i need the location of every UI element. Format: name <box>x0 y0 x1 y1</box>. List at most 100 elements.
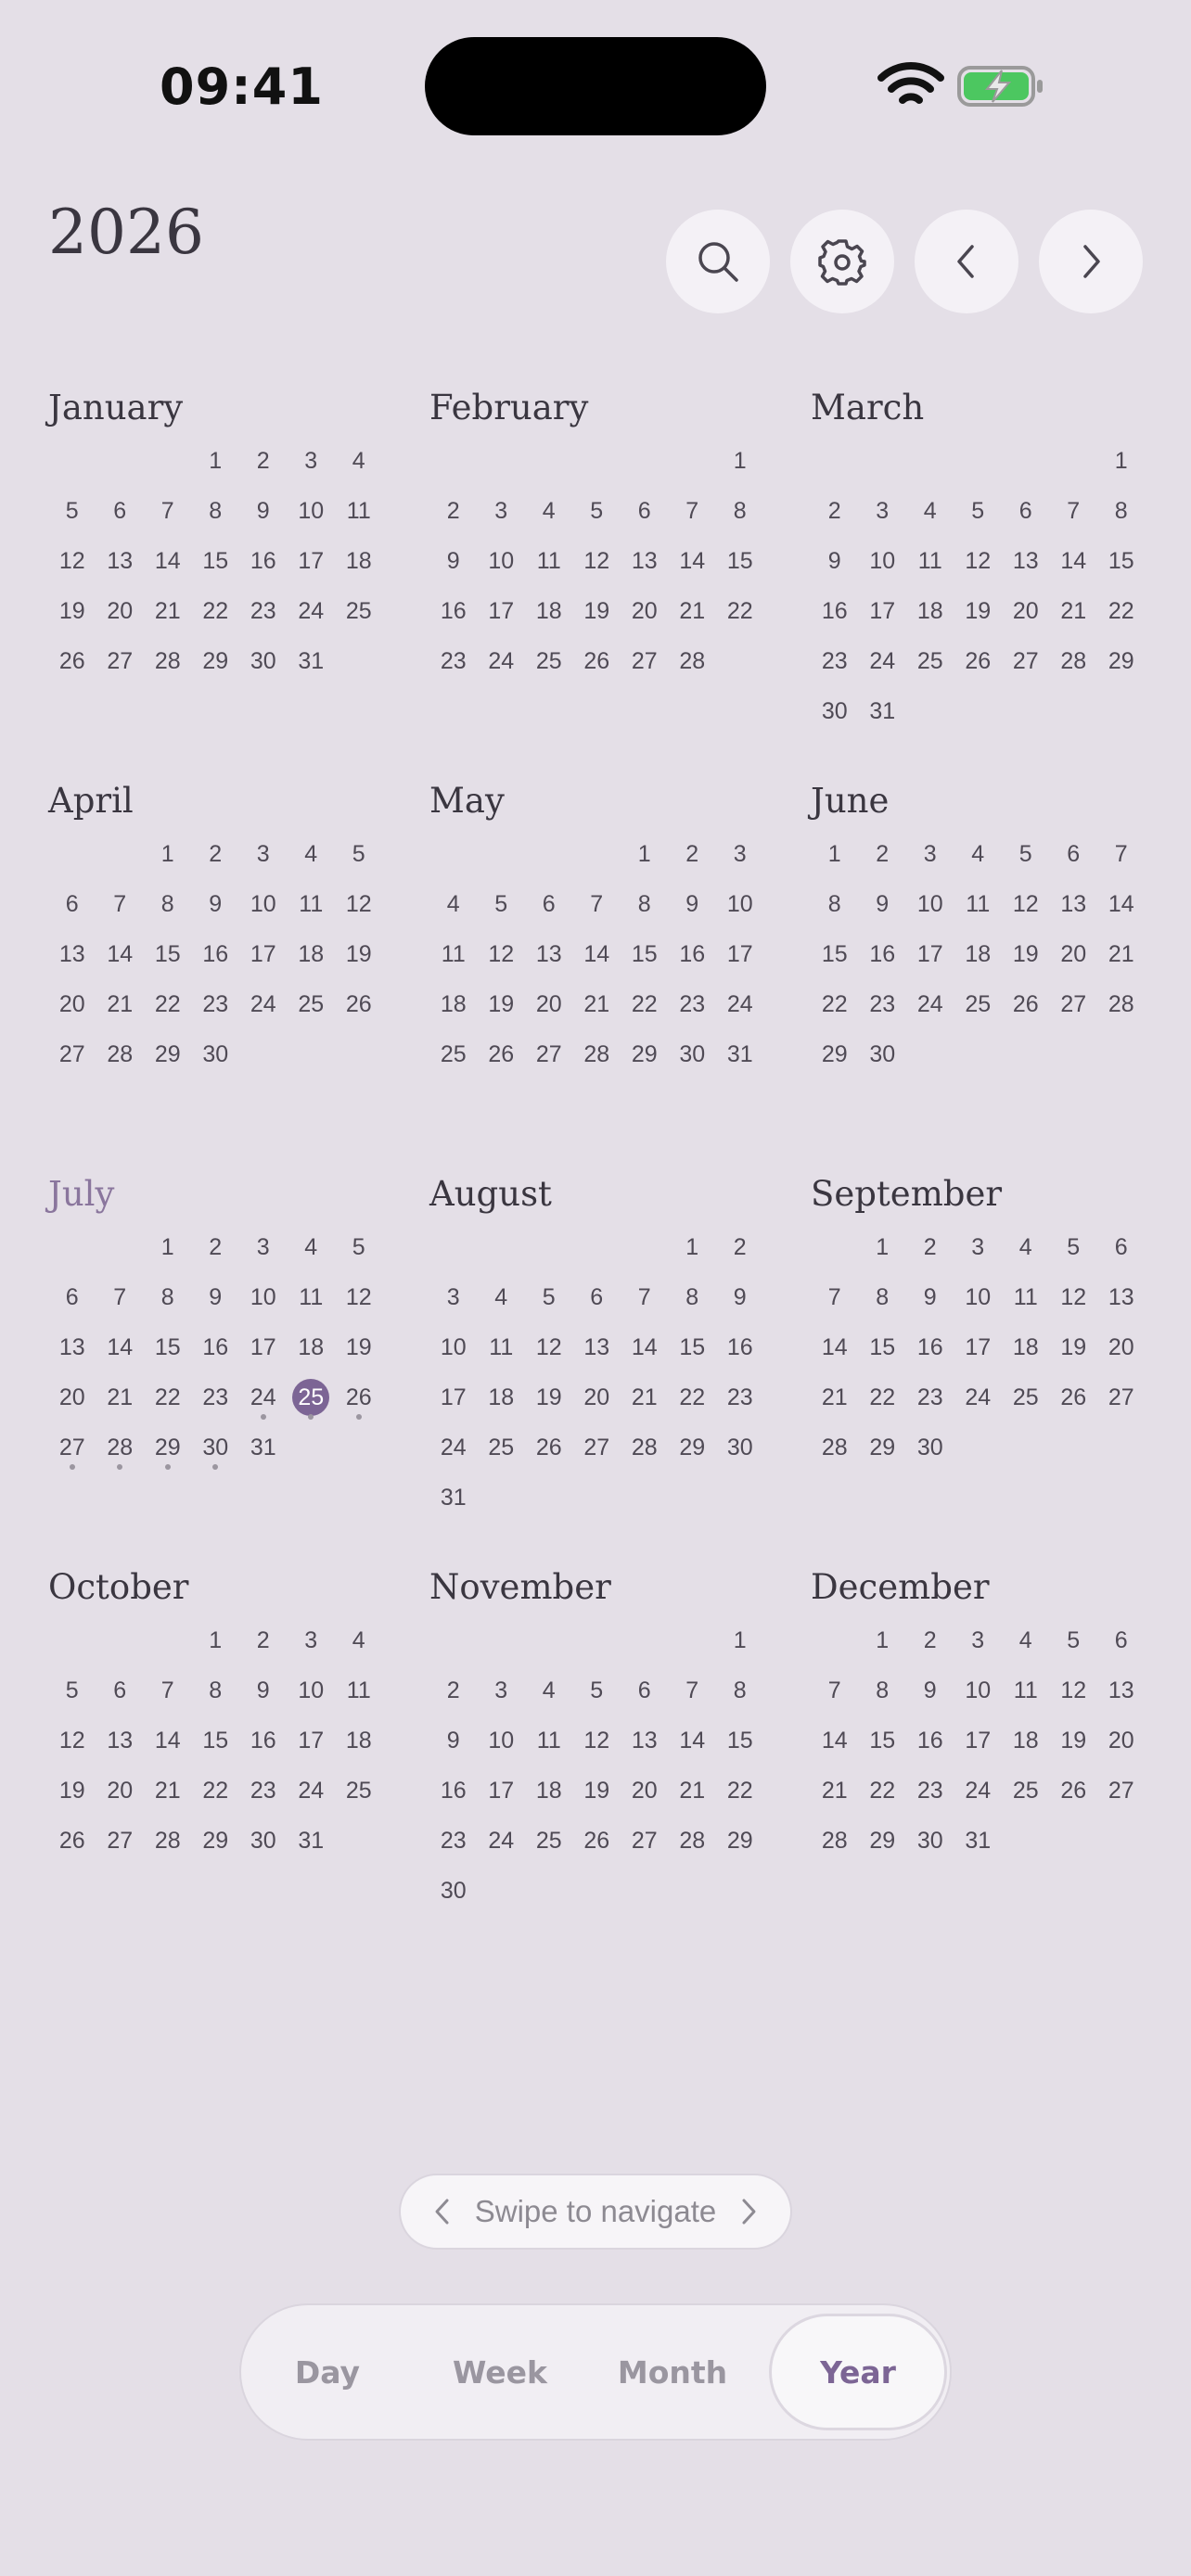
day-cell[interactable]: 7 <box>96 879 145 929</box>
day-cell[interactable]: 29 <box>859 1816 907 1866</box>
day-cell[interactable]: 16 <box>716 1322 764 1372</box>
day-cell[interactable]: 4 <box>906 486 954 536</box>
settings-button[interactable] <box>790 210 894 313</box>
day-cell[interactable]: 20 <box>48 1372 96 1422</box>
day-cell[interactable]: 13 <box>573 1322 621 1372</box>
day-cell[interactable]: 23 <box>192 1372 240 1422</box>
day-cell[interactable]: 11 <box>335 486 383 536</box>
day-cell[interactable]: 24 <box>478 1816 526 1866</box>
day-cell[interactable]: 13 <box>96 536 145 586</box>
day-cell[interactable]: 5 <box>525 1272 573 1322</box>
day-cell[interactable]: 6 <box>1002 486 1050 536</box>
day-cell[interactable]: 13 <box>621 1715 669 1766</box>
day-cell[interactable]: 25 <box>1002 1372 1050 1422</box>
day-cell[interactable]: 30 <box>811 686 859 736</box>
day-cell[interactable]: 4 <box>335 436 383 486</box>
day-cell[interactable]: 5 <box>335 1222 383 1272</box>
day-cell[interactable]: 1 <box>1097 436 1146 486</box>
day-cell[interactable]: 9 <box>906 1665 954 1715</box>
day-cell[interactable]: 2 <box>669 829 717 879</box>
day-cell[interactable]: 1 <box>859 1615 907 1665</box>
month-april[interactable]: April 1 2 3 4 5 6 7 8 9 10 11 12 13 14 15 16 17 18 19 20 21 22… <box>48 777 382 1079</box>
day-cell[interactable]: 13 <box>1050 879 1098 929</box>
day-cell[interactable]: 3 <box>859 486 907 536</box>
day-cell[interactable]: 5 <box>335 829 383 879</box>
day-cell[interactable]: 23 <box>239 1766 288 1816</box>
day-cell[interactable]: 5 <box>573 486 621 536</box>
day-cell[interactable]: 3 <box>716 829 764 879</box>
day-cell[interactable]: 29 <box>859 1422 907 1473</box>
day-cell[interactable]: 28 <box>1097 979 1146 1029</box>
day-cell[interactable]: 21 <box>96 1372 145 1422</box>
day-cell[interactable]: 31 <box>954 1816 1003 1866</box>
day-cell[interactable]: 18 <box>288 929 336 979</box>
day-cell[interactable]: 9 <box>811 536 859 586</box>
day-cell[interactable]: 6 <box>621 486 669 536</box>
day-cell[interactable]: 30 <box>429 1866 478 1916</box>
day-cell[interactable]: 2 <box>239 1615 288 1665</box>
day-cell[interactable]: 2 <box>906 1615 954 1665</box>
day-cell[interactable]: 14 <box>621 1322 669 1372</box>
day-cell[interactable]: 23 <box>429 636 478 686</box>
day-cell[interactable]: 26 <box>954 636 1003 686</box>
day-cell[interactable]: 23 <box>429 1816 478 1866</box>
day-cell[interactable]: 10 <box>954 1272 1003 1322</box>
day-cell[interactable]: 21 <box>96 979 145 1029</box>
day-cell[interactable]: 19 <box>48 586 96 636</box>
month-july[interactable]: July 1 2 3 4 5 6 7 8 9 10 11 12 13 14 15 16 17 18 19 20 21 22 2… <box>48 1170 382 1473</box>
day-cell[interactable]: 20 <box>96 1766 145 1816</box>
day-cell[interactable]: 16 <box>429 1766 478 1816</box>
day-cell[interactable]: 27 <box>621 1816 669 1866</box>
day-cell[interactable]: 3 <box>954 1222 1003 1272</box>
day-cell[interactable]: 14 <box>96 929 145 979</box>
day-cell[interactable]: 17 <box>478 1766 526 1816</box>
day-cell[interactable]: 6 <box>96 486 145 536</box>
day-cell[interactable]: 24 <box>478 636 526 686</box>
day-cell[interactable]: 6 <box>573 1272 621 1322</box>
day-cell[interactable]: 8 <box>192 1665 240 1715</box>
day-cell[interactable]: 4 <box>288 829 336 879</box>
month-august[interactable]: August 1 2 3 4 5 6 7 8 9 10 11 12 13 14 15 16 17 18 19 20 21 2… <box>429 1170 763 1523</box>
day-cell[interactable]: 7 <box>621 1272 669 1322</box>
day-cell[interactable]: 21 <box>621 1372 669 1422</box>
day-cell[interactable]: 26 <box>48 636 96 686</box>
day-cell[interactable]: 7 <box>669 1665 717 1715</box>
day-cell[interactable]: 14 <box>1050 536 1098 586</box>
day-cell[interactable]: 24 <box>906 979 954 1029</box>
day-cell[interactable]: 15 <box>192 536 240 586</box>
day-cell[interactable]: 26 <box>478 1029 526 1079</box>
month-january[interactable]: January 1 2 3 4 5 6 7 8 9 10 11 12 13 14 15 16 17 18 19 20 21… <box>48 384 382 686</box>
day-cell[interactable]: 6 <box>48 1272 96 1322</box>
day-cell[interactable]: 17 <box>288 1715 336 1766</box>
day-cell[interactable]: 25 <box>288 979 336 1029</box>
day-cell[interactable]: 25 <box>429 1029 478 1079</box>
day-cell[interactable]: 29 <box>669 1422 717 1473</box>
day-cell[interactable]: 10 <box>239 1272 288 1322</box>
day-cell[interactable]: 16 <box>859 929 907 979</box>
day-cell[interactable]: 5 <box>48 486 96 536</box>
next-year-button[interactable] <box>1039 210 1143 313</box>
day-cell[interactable]: 22 <box>859 1766 907 1816</box>
day-cell[interactable]: 12 <box>525 1322 573 1372</box>
month-february[interactable]: February 1 2 3 4 5 6 7 8 9 10 11 12 13 14 15 16 17 18 19 20 2… <box>429 384 763 686</box>
day-cell[interactable]: 1 <box>716 436 764 486</box>
day-cell[interactable]: 17 <box>716 929 764 979</box>
day-cell[interactable]: 11 <box>1002 1272 1050 1322</box>
day-cell[interactable]: 24 <box>429 1422 478 1473</box>
day-cell[interactable]: 9 <box>429 536 478 586</box>
day-cell[interactable]: 3 <box>478 1665 526 1715</box>
day-cell[interactable]: 1 <box>716 1615 764 1665</box>
day-cell[interactable]: 22 <box>811 979 859 1029</box>
day-cell[interactable]: 25 <box>906 636 954 686</box>
day-cell[interactable]: 14 <box>144 1715 192 1766</box>
day-cell[interactable]: 10 <box>239 879 288 929</box>
day-cell[interactable]: 28 <box>144 1816 192 1866</box>
day-cell[interactable]: 31 <box>716 1029 764 1079</box>
day-cell[interactable]: 27 <box>96 1816 145 1866</box>
day-cell[interactable]: 20 <box>621 586 669 636</box>
day-cell[interactable]: 14 <box>811 1322 859 1372</box>
day-cell[interactable]: 12 <box>1050 1272 1098 1322</box>
day-cell[interactable]: 17 <box>239 1322 288 1372</box>
day-cell[interactable]: 2 <box>859 829 907 879</box>
day-cell[interactable]: 24 <box>239 1372 288 1422</box>
